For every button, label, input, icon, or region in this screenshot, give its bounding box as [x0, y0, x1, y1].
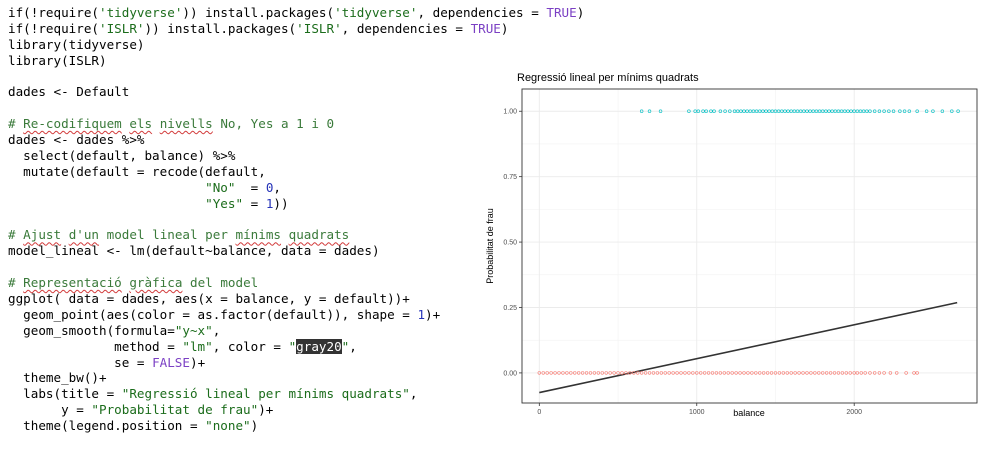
code-token: )	[500, 20, 509, 36]
code-token: theme(legend.position =	[8, 418, 206, 434]
code-token: "y~x"	[174, 322, 213, 338]
code-token: 'ISLR'	[99, 20, 145, 36]
x-tick-label: 0	[537, 409, 541, 416]
code-token: "Probabilitat de frau"	[91, 402, 259, 418]
code-token: No, Yes a 1 i 0	[212, 116, 335, 132]
code-token: del model	[182, 275, 259, 291]
code-token: "Yes"	[205, 195, 244, 211]
code-token: TRUE	[470, 20, 501, 36]
code-token: TRUE	[546, 5, 577, 20]
code-token: library(ISLR)	[8, 52, 107, 68]
code-token: #	[8, 227, 24, 243]
code-token: , dependencies =	[417, 5, 547, 20]
y-tick-label: 1.00	[503, 109, 517, 116]
code-token: Ajust	[23, 227, 62, 243]
code-token: #	[8, 275, 24, 291]
regression-plot: Regressió lineal per mínims quadrats 0.0…	[482, 66, 982, 422]
code-token: Representació	[23, 275, 122, 291]
code-token: dades <- Default	[8, 84, 130, 100]
code-line[interactable]: if(!require('ISLR')) install.packages('I…	[8, 21, 584, 37]
code-token: ,	[349, 338, 357, 354]
code-token: y =	[8, 402, 92, 418]
code-token: )+	[189, 354, 206, 370]
code-token: geom_smooth(formula=	[8, 322, 175, 338]
code-token: )+	[258, 402, 274, 418]
code-token: 'tidyverse'	[334, 5, 418, 20]
code-token: gray20	[296, 338, 342, 354]
code-token: if(!require(	[8, 20, 99, 36]
code-token: ,	[212, 322, 221, 338]
y-tick-label: 0.50	[503, 240, 517, 247]
code-token: model lineal per	[99, 227, 236, 243]
code-token: 1	[417, 306, 426, 322]
code-token: "Regressió lineal per mínims quadrats"	[121, 386, 410, 402]
code-token: =	[235, 179, 266, 195]
code-token: 'tidyverse'	[99, 5, 183, 20]
code-token: model_lineal <- lm(default~balance, data…	[8, 243, 380, 259]
code-token: se =	[8, 354, 153, 370]
code-token: mínims	[235, 227, 282, 243]
code-token: )) install.packages(	[182, 5, 335, 20]
code-token: labs(title =	[8, 386, 122, 402]
code-token: "lm"	[182, 338, 213, 354]
y-tick-label: 0.75	[503, 174, 517, 181]
y-tick-label: 0.25	[503, 305, 517, 312]
code-token: "No"	[205, 179, 236, 195]
code-token: els	[129, 116, 153, 132]
code-token: Re-codifiquem	[23, 116, 122, 132]
code-token: 'ISLR'	[296, 20, 342, 36]
code-token: if(!require(	[8, 5, 99, 20]
code-token: dades <- dades %>%	[8, 132, 145, 148]
y-tick-label: 0.00	[503, 370, 517, 377]
code-line[interactable]: if(!require('tidyverse')) install.packag…	[8, 5, 584, 21]
code-token: )) install.packages(	[144, 20, 297, 36]
code-token: theme_bw()+	[8, 370, 107, 386]
code-token: "none"	[205, 418, 251, 434]
code-line[interactable]: library(tidyverse)	[8, 37, 584, 53]
x-tick-label: 1000	[689, 409, 705, 416]
code-token: =	[243, 195, 266, 211]
code-token: quadrats	[288, 227, 350, 243]
code-token: ))	[273, 195, 289, 211]
code-token: ggplot( data = dades, aes(x = balance, y…	[8, 291, 410, 307]
code-token: FALSE	[152, 354, 190, 370]
code-token: library(tidyverse)	[8, 36, 145, 52]
code-token: mutate(default = recode(default,	[8, 163, 266, 179]
code-token: select(default, balance) %>%	[8, 148, 236, 164]
code-token: )+	[425, 306, 441, 322]
y-axis-label: Probabilitat de frau	[485, 208, 495, 284]
code-token: method =	[8, 338, 183, 354]
x-tick-label: 2000	[846, 409, 862, 416]
code-token: nivells	[159, 116, 213, 132]
code-token: ,	[273, 179, 282, 195]
code-token: geom_point(aes(color = as.factor(default…	[8, 306, 418, 322]
x-axis-label: balance	[733, 408, 765, 418]
code-token: gràfica	[129, 275, 183, 291]
code-token: )	[576, 5, 585, 20]
code-token: )	[250, 418, 259, 434]
code-token: ,	[409, 386, 418, 402]
code-token: , dependencies =	[341, 20, 471, 36]
code-token: , color =	[212, 338, 289, 354]
code-token: d'un	[68, 227, 100, 243]
code-token: #	[8, 116, 24, 132]
plot-title: Regressió lineal per mínims quadrats	[517, 72, 699, 84]
